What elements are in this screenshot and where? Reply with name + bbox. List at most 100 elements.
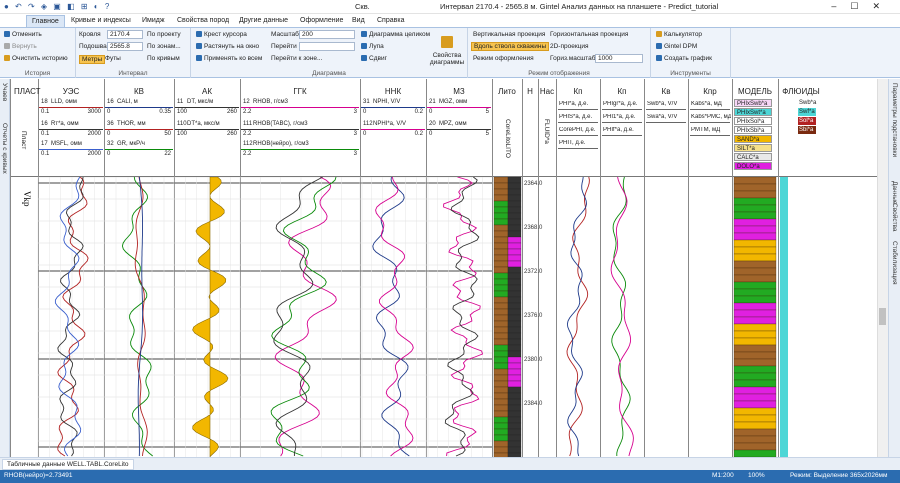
kp2-curve-line xyxy=(602,109,642,110)
vertical-projection-button[interactable]: Вертикальная проекция xyxy=(473,31,545,38)
redo-button[interactable]: Вернуть xyxy=(4,43,37,50)
curve-min: 0 xyxy=(363,109,367,115)
whole-diagram-button[interactable]: Диаграмма целиком xyxy=(361,31,430,38)
curve-line xyxy=(105,129,173,130)
by-curves-button[interactable]: По кривым xyxy=(147,55,180,62)
curve-max: 0.2 xyxy=(414,131,423,137)
curve-line xyxy=(361,107,425,108)
track-name: КВ xyxy=(134,87,144,96)
scrollbar-thumb[interactable] xyxy=(879,308,886,325)
curve-max: 260 xyxy=(226,109,237,115)
lito-block xyxy=(493,177,509,184)
nas-label: Нас xyxy=(539,87,555,96)
right-tab-1[interactable]: Данные xyxy=(891,181,898,204)
curve-name: DT*a, мкс/м xyxy=(187,121,220,127)
quick-access-toolbar[interactable]: ● ↶ ↷ ◈ ▣ ◧ ⊞ ◐ ? xyxy=(4,2,111,11)
lito-block xyxy=(493,440,509,448)
model-block xyxy=(733,442,777,451)
lito-core-block xyxy=(507,446,522,454)
hscale-input[interactable]: 1000 xyxy=(595,54,643,63)
tab-rock-props[interactable]: Свойства пород xyxy=(172,15,234,27)
apply-all-button[interactable]: Применять ко всем xyxy=(196,55,262,62)
undo-button[interactable]: Отменить xyxy=(4,31,42,38)
scale-label: Масштаб xyxy=(271,31,299,38)
right-tab-0[interactable]: Параметры подстановки xyxy=(891,83,898,157)
right-tab-2[interactable]: Свойства xyxy=(891,203,898,232)
curve-name: GR, мкР/ч xyxy=(117,141,145,147)
lito-block xyxy=(493,326,509,334)
clear-history-button[interactable]: Очистить историю xyxy=(4,55,68,62)
model-block xyxy=(733,302,777,311)
window-controls[interactable]: –☐✕ xyxy=(831,1,894,12)
create-chart-button[interactable]: Создать график xyxy=(656,55,712,62)
tab-design[interactable]: Оформление xyxy=(295,15,348,27)
along-wellbore-button[interactable]: Вдоль ствола скважины xyxy=(471,42,550,51)
kp1-curve-name: PHIS*a, д.е. xyxy=(559,114,593,120)
lito-block xyxy=(493,224,509,232)
eraser-icon xyxy=(4,55,10,61)
left-tab-0[interactable]: Учаев xyxy=(1,83,8,101)
kp2-curve-name: PHI1*a, д.е. xyxy=(603,114,636,120)
lito-core-block xyxy=(507,194,522,202)
roof-input[interactable]: 2170.4 xyxy=(107,30,143,39)
tab-other-data[interactable]: Другие данные xyxy=(234,15,293,27)
chart-icon xyxy=(656,55,662,61)
gintel-dpm-button[interactable]: Gintel DPM xyxy=(656,43,697,50)
lito-block xyxy=(493,368,509,376)
scale-input[interactable]: 200 xyxy=(299,30,355,39)
vertical-scrollbar[interactable] xyxy=(877,79,888,457)
unit-meters-toggle[interactable]: Метры xyxy=(79,55,106,64)
group-caption: Диаграмма xyxy=(312,70,346,77)
by-zones-button[interactable]: По зонам... xyxy=(147,43,181,50)
model-block xyxy=(733,267,777,276)
cursor-cross-button[interactable]: Крест курсора xyxy=(196,31,247,38)
lito-block xyxy=(493,290,509,298)
lito-block xyxy=(493,296,509,304)
lito-core-block xyxy=(507,290,522,298)
curve-min: 0 xyxy=(429,109,433,115)
horizontal-projection-button[interactable]: Горизонтальная проекция xyxy=(550,31,628,38)
ribbon-tabs: Главное Кривые и индексы Имидж Свойства … xyxy=(0,14,900,27)
kpr-curve-line xyxy=(690,122,730,123)
model-block xyxy=(733,358,777,367)
2d-projection-button[interactable]: 2D-проекция xyxy=(550,43,589,50)
right-tab-3[interactable]: Стабилизация xyxy=(891,241,898,284)
goto-input[interactable] xyxy=(299,42,355,51)
diagram-properties-button[interactable]: Свойства диаграммы xyxy=(429,52,465,66)
log-plot[interactable]: Vkp 2364.0 2368.0 2372.0 2376.0 2380.0 2384.0 xyxy=(10,177,877,457)
curve-min: 2.2 xyxy=(243,109,252,115)
curve-index: 17 xyxy=(41,141,48,147)
curve-index: 111 xyxy=(243,121,253,127)
left-tab-1[interactable]: Отчеты с кривых xyxy=(1,123,8,174)
by-project-button[interactable]: По проекту xyxy=(147,31,181,38)
curve-index: 16 xyxy=(107,99,114,105)
cursor-readout: RHOB(нейро)=2.73491 xyxy=(4,472,73,479)
goto-zone-button[interactable]: Перейти к зоне... xyxy=(271,55,322,62)
loupe-button[interactable]: Лупа xyxy=(361,43,384,50)
model-block xyxy=(733,295,777,304)
kv-curve-line xyxy=(646,122,686,123)
table-data-tab[interactable]: Табличные данные WELL.TABL.CoreLito xyxy=(2,459,134,470)
lito-core-block xyxy=(507,392,522,400)
tab-image[interactable]: Имидж xyxy=(137,15,170,27)
tab-curves[interactable]: Кривые и индексы xyxy=(66,15,136,27)
stretch-icon xyxy=(196,43,202,49)
well-log-panel: ПЛАСТ Пласт УЭС КВ АК ГГК ННК МЗ 18 LLD, омм 0.1 30… xyxy=(10,79,877,457)
model-block xyxy=(733,407,777,416)
log-curve xyxy=(610,177,634,457)
lito-block xyxy=(493,428,509,436)
unit-feet-toggle[interactable]: Футы xyxy=(105,55,121,62)
calculator-button[interactable]: Калькулятор xyxy=(656,31,702,38)
tab-main[interactable]: Главное xyxy=(26,15,65,27)
shift-button[interactable]: Сдвиг xyxy=(361,55,387,62)
tab-help[interactable]: Справка xyxy=(372,15,409,27)
nas-sub-label: FLUID*a xyxy=(543,119,550,144)
crosshair-icon xyxy=(196,31,202,37)
lito-core-block xyxy=(507,368,522,376)
mode-readout: Режим: Выделение xyxy=(790,472,849,479)
stretch-button[interactable]: Растянуть на окно xyxy=(196,43,259,50)
tab-view[interactable]: Вид xyxy=(347,15,370,27)
sole-input[interactable]: 2565.8 xyxy=(107,42,143,51)
lito-core-block xyxy=(507,230,522,238)
lito-core-block xyxy=(507,332,522,340)
